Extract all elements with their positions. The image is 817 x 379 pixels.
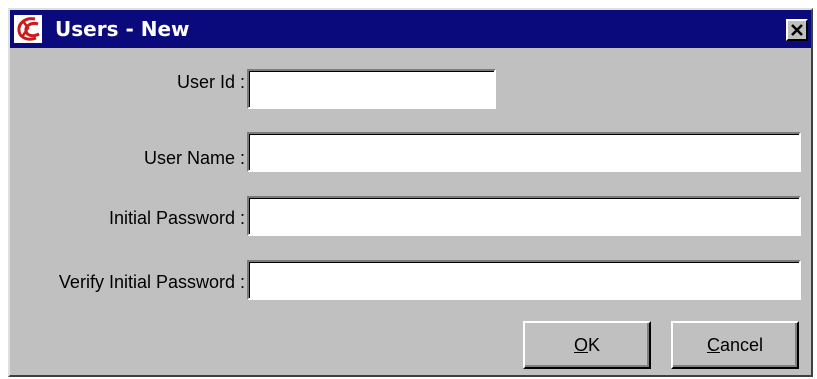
window-title: Users - New [55,17,190,41]
initial-password-label: Initial Password : [108,208,245,228]
close-button[interactable] [786,19,808,41]
ok-mnemonic: O [573,334,588,355]
verify-password-label: Verify Initial Password : [58,272,245,292]
ok-button[interactable]: OK [523,321,651,369]
cancel-mnemonic: C [706,334,720,355]
cancel-button[interactable]: Cancel [671,321,799,369]
close-icon [791,24,803,36]
cancel-label: ancel [719,334,764,355]
user-id-input[interactable] [247,69,496,109]
app-logo-icon [14,15,42,43]
ok-label: K [588,334,601,355]
verify-password-input[interactable] [247,260,801,300]
title-bar[interactable]: Users - New [10,10,811,48]
user-name-label: User Name : [143,148,245,168]
user-id-label: User Id : [176,72,245,92]
user-name-input[interactable] [247,132,801,172]
users-new-dialog: Users - New User Id : User Name : Initia… [8,8,813,377]
initial-password-input[interactable] [247,196,801,236]
